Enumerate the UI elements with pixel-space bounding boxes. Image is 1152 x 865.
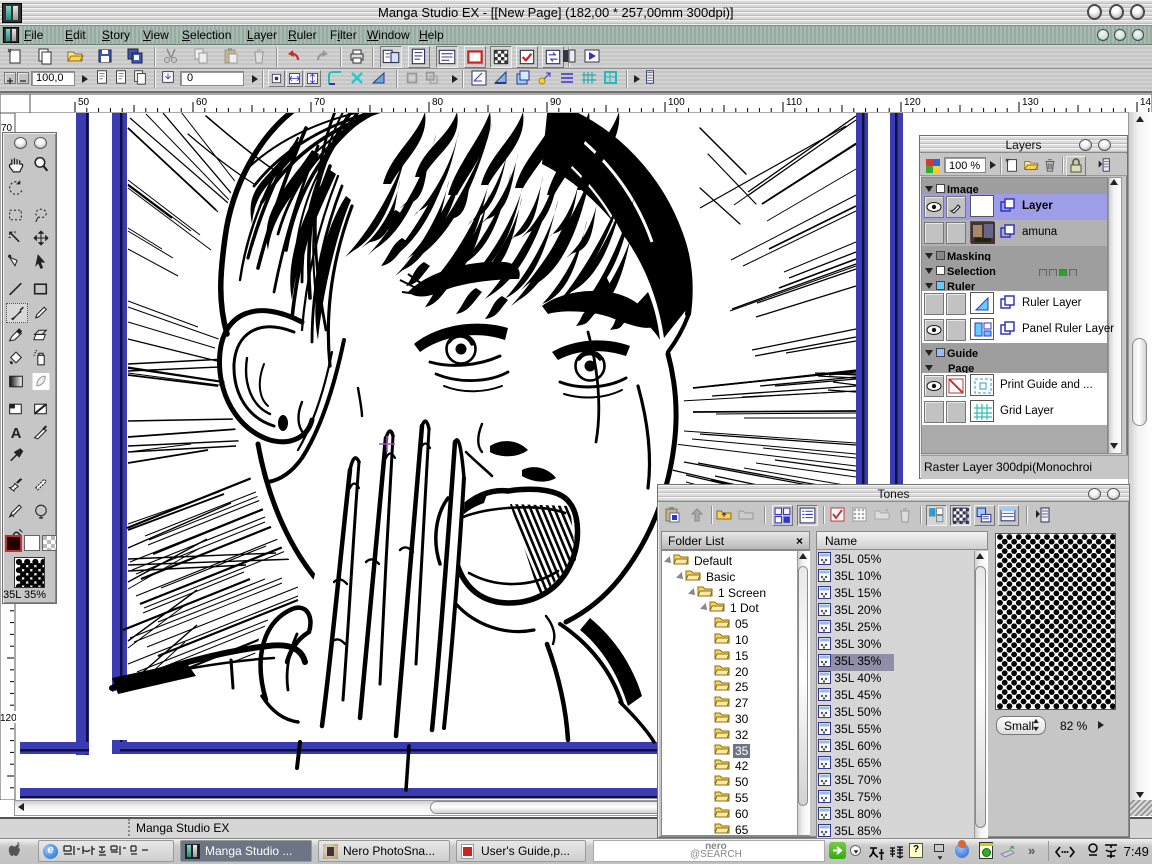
svg-text:110: 110: [786, 97, 802, 108]
svg-text:120: 120: [0, 713, 16, 724]
svg-text:120: 120: [904, 97, 921, 108]
svg-text:60: 60: [196, 97, 208, 108]
svg-text:90: 90: [550, 97, 562, 108]
svg-text:100: 100: [668, 97, 685, 108]
svg-text:70: 70: [314, 97, 326, 108]
svg-text:A: A: [11, 426, 22, 442]
svg-text:50: 50: [78, 97, 90, 108]
svg-text:14: 14: [1140, 97, 1152, 108]
svg-text:80: 80: [432, 97, 444, 108]
svg-text:130: 130: [1022, 97, 1039, 108]
